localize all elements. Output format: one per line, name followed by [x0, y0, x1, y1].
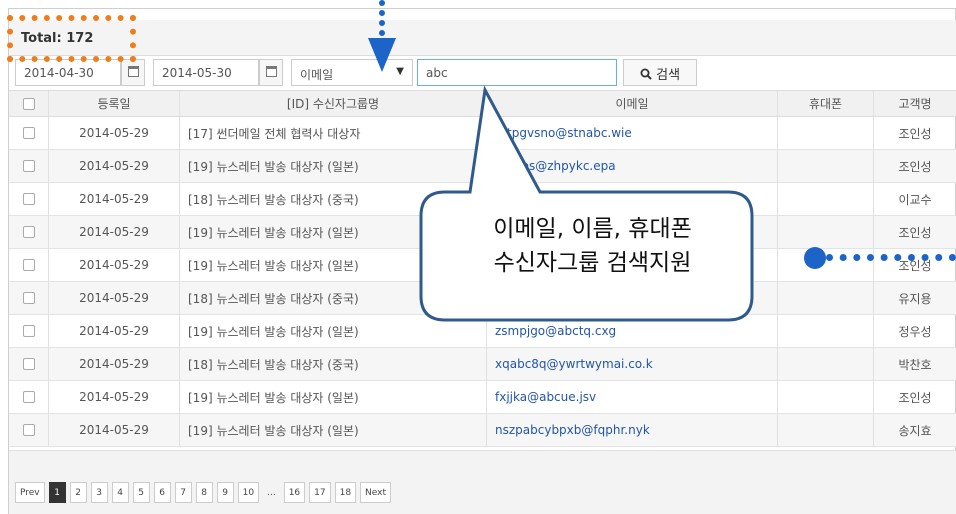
- callout-line-1: 이메일, 이름, 휴대폰: [493, 216, 692, 242]
- callout-line-2: 수신자그룹 검색지원: [493, 250, 692, 276]
- callout-text: 이메일, 이름, 휴대폰 수신자그룹 검색지원: [430, 212, 755, 280]
- pointer-dot: [804, 247, 826, 269]
- pointer-dotted-line: [826, 254, 956, 262]
